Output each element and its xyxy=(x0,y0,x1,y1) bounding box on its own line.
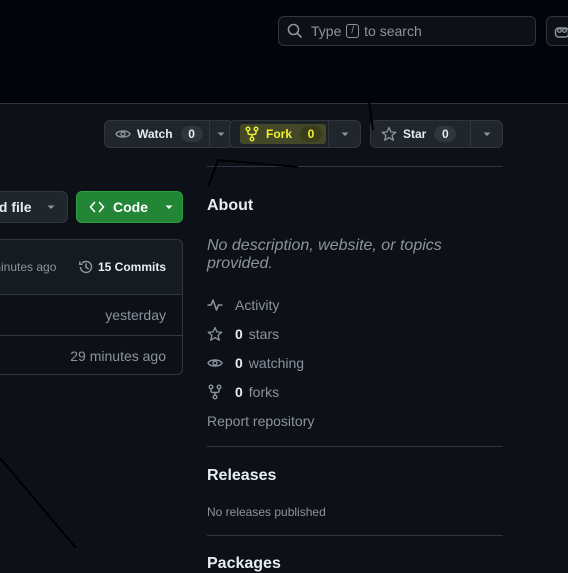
star-group: Star 0 xyxy=(370,120,503,148)
watching-count: 0 xyxy=(235,355,243,371)
eye-icon xyxy=(207,355,223,371)
file-list: minutes ago 15 Commits yesterday 29 minu… xyxy=(0,239,183,375)
search-prefix: Type xyxy=(311,23,341,39)
search-icon xyxy=(287,23,303,39)
fork-label: Fork xyxy=(266,127,292,141)
commits-link[interactable]: 15 Commits xyxy=(78,259,166,275)
releases-heading[interactable]: Releases xyxy=(207,467,503,485)
about-heading: About xyxy=(207,197,503,215)
header-divider xyxy=(207,166,503,167)
section-divider xyxy=(207,446,503,447)
fork-icon xyxy=(207,384,223,400)
report-repository-link[interactable]: Report repository xyxy=(207,413,503,429)
stars-label: stars xyxy=(249,326,279,342)
code-label: Code xyxy=(113,199,148,215)
copilot-button[interactable] xyxy=(546,16,568,46)
caret-down-icon xyxy=(482,129,492,139)
copilot-icon xyxy=(554,24,568,40)
releases-empty-text: No releases published xyxy=(207,505,503,519)
fork-icon xyxy=(244,126,260,142)
code-icon xyxy=(89,199,105,215)
history-icon xyxy=(78,259,94,275)
activity-link[interactable]: Activity xyxy=(207,290,503,319)
latest-commit-time: minutes ago xyxy=(0,260,56,274)
fork-dropdown[interactable] xyxy=(329,120,361,148)
forks-link[interactable]: 0 forks xyxy=(207,377,503,406)
caret-down-icon xyxy=(340,129,350,139)
watching-link[interactable]: 0 watching xyxy=(207,348,503,377)
file-row[interactable]: 29 minutes ago xyxy=(0,336,182,375)
fork-count: 0 xyxy=(300,126,322,142)
latest-commit-bar: minutes ago 15 Commits xyxy=(0,240,182,295)
file-row-time: yesterday xyxy=(105,307,166,323)
star-dropdown[interactable] xyxy=(471,120,503,148)
forks-count: 0 xyxy=(235,384,243,400)
section-divider xyxy=(207,535,503,536)
caret-down-icon xyxy=(216,129,226,139)
forks-label: forks xyxy=(249,384,279,400)
star-button[interactable]: Star 0 xyxy=(370,120,471,148)
file-row[interactable]: yesterday xyxy=(0,295,182,336)
pulse-icon xyxy=(207,297,223,313)
add-file-label: ld file xyxy=(0,199,32,215)
watching-label: watching xyxy=(249,355,304,371)
commits-label: 15 Commits xyxy=(98,260,166,274)
star-icon xyxy=(207,326,223,342)
fork-group: Fork 0 xyxy=(229,120,361,148)
star-icon xyxy=(381,126,397,142)
activity-label: Activity xyxy=(235,297,279,313)
watch-count: 0 xyxy=(181,126,203,142)
star-count: 0 xyxy=(434,126,456,142)
star-label: Star xyxy=(403,127,426,141)
stars-count: 0 xyxy=(235,326,243,342)
search-suffix: to search xyxy=(364,23,422,39)
fork-button[interactable]: Fork 0 xyxy=(229,120,329,148)
caret-down-icon xyxy=(164,202,174,212)
watch-label: Watch xyxy=(137,127,173,141)
search-shortcut-key: / xyxy=(346,24,359,38)
code-button[interactable]: Code xyxy=(76,191,183,223)
watch-button[interactable]: Watch 0 xyxy=(104,120,210,148)
top-header: Type / to search xyxy=(0,0,568,104)
packages-heading[interactable]: Packages xyxy=(207,555,503,573)
stars-link[interactable]: 0 stars xyxy=(207,319,503,348)
eye-icon xyxy=(115,126,131,142)
file-row-time: 29 minutes ago xyxy=(70,348,166,364)
about-description: No description, website, or topics provi… xyxy=(207,237,503,273)
watch-group: Watch 0 xyxy=(104,120,234,148)
add-file-button[interactable]: ld file xyxy=(0,191,68,223)
search-input[interactable]: Type / to search xyxy=(278,16,536,46)
about-sidebar: About No description, website, or topics… xyxy=(207,197,503,573)
caret-down-icon xyxy=(46,202,56,212)
